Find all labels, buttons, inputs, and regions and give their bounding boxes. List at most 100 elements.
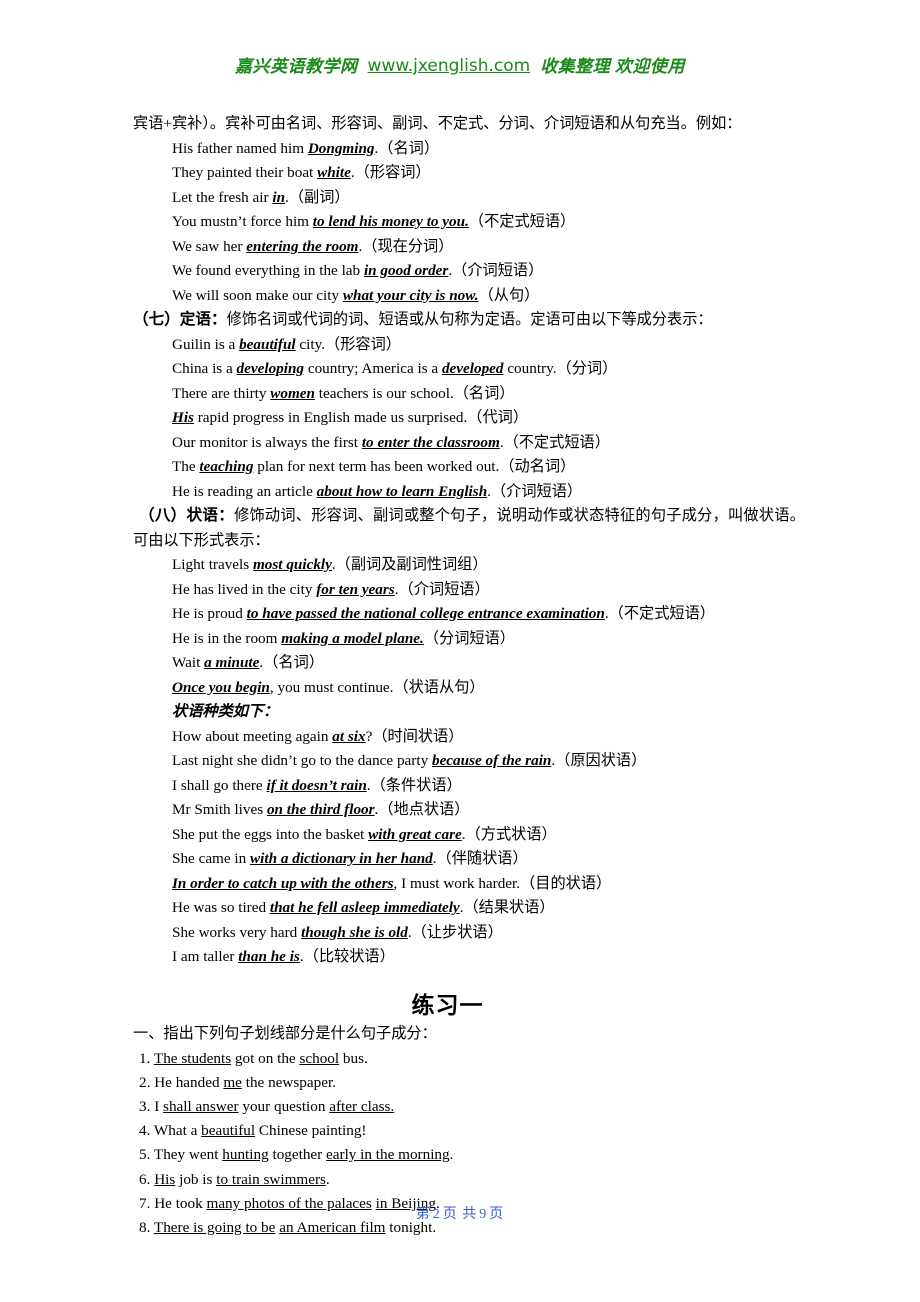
post: , I must work harder.（目的状语） <box>393 874 612 892</box>
post: teachers is our school.（名词） <box>314 384 515 402</box>
post: city.（形容词） <box>295 335 401 353</box>
exercise-underlined-part: beautiful <box>201 1122 256 1140</box>
em: Dongming <box>307 139 375 157</box>
section-label-adverbial: （八）状语： <box>139 507 235 524</box>
em: in <box>272 188 286 206</box>
post: .（介词短语） <box>448 262 544 279</box>
example-sentence: I shall go there if it doesn’t rain.（条件状… <box>133 774 805 799</box>
pre: China is a <box>172 360 237 377</box>
em: though she is old <box>301 923 408 941</box>
post: .（不定式短语） <box>604 605 715 622</box>
exercise-plain-part: got on the <box>231 1049 300 1067</box>
post: plan for next term has been worked out.（… <box>253 458 576 475</box>
post: .（副词及副词性词组） <box>331 556 488 573</box>
exercise-underlined-part: after class. <box>329 1097 395 1115</box>
exercise-plain-part: They went <box>150 1146 223 1164</box>
pre: The <box>172 458 200 475</box>
em: in good order <box>363 262 449 279</box>
pre: She came in <box>172 850 251 867</box>
em: In order to catch up with the others <box>172 874 394 892</box>
adverbial-types-heading-text: 状语种类如下： <box>172 703 279 720</box>
post: .（现在分词） <box>358 237 454 255</box>
exercise-item: 6. His job is to train swimmers. <box>133 1168 805 1192</box>
example-sentence: We will soon make our city what your cit… <box>133 284 805 309</box>
exercise-plain-part: . <box>449 1146 454 1164</box>
post: .（条件状语） <box>366 776 462 794</box>
em: on the third floor <box>266 801 375 818</box>
example-sentence: You mustn’t force him to lend his money … <box>133 210 805 235</box>
pre: His father named him <box>172 139 308 157</box>
exercise-plain-part: job is <box>175 1170 217 1188</box>
exercise-underlined-part: school <box>299 1049 340 1067</box>
em: at six <box>332 727 366 745</box>
exercise-plain-part: your question <box>238 1097 330 1115</box>
exercise-title: 练习一 <box>411 992 484 1018</box>
post: .（伴随状语） <box>432 850 528 867</box>
exercise-item-number: 2. <box>139 1073 151 1091</box>
site-name: 嘉兴英语教学网 <box>235 57 358 76</box>
em: to have passed the national college entr… <box>246 605 605 622</box>
post: .（不定式短语） <box>499 433 610 451</box>
example-sentence: We found everything in the lab in good o… <box>133 259 805 284</box>
pre: Let the fresh air <box>172 188 273 206</box>
object-complement-example-list: His father named him Dongming.（名词） They p… <box>133 137 805 309</box>
em: making a model plane. <box>281 629 424 647</box>
example-sentence: His father named him Dongming.（名词） <box>133 137 805 162</box>
post: .（方式状语） <box>461 825 557 843</box>
example-sentence: She works very hard though she is old.（让… <box>133 921 805 946</box>
em: for ten years <box>316 580 395 598</box>
pre: He is proud <box>172 605 247 622</box>
em: teaching <box>199 458 254 475</box>
section-body-adverbial: 修饰动词、形容词、副词或整个句子，说明动作或状态特征的句子成分，叫做状语。可由以… <box>133 507 805 549</box>
section-body-attributive: 修饰名词或代词的词、短语或从句称为定语。定语可由以下等成分表示： <box>226 311 713 328</box>
example-sentence: He is proud to have passed the national … <box>133 602 805 627</box>
adverbial-types-heading: 状语种类如下： <box>133 700 805 725</box>
attributive-example-list: Guilin is a beautiful city.（形容词） China is… <box>133 333 805 505</box>
post: .（比较状语） <box>299 948 395 965</box>
site-url-link[interactable]: www.jxenglish.com <box>368 56 531 76</box>
document-content: 宾语+宾补）。宾补可由名词、形容词、副词、不定式、分词、介词短语和从句充当。例如… <box>133 112 805 1240</box>
pre: How about meeting again <box>172 727 333 745</box>
footer-suffix: 页 <box>489 1207 505 1222</box>
example-sentence: How about meeting again at six?（时间状语） <box>133 725 805 750</box>
post: .（介词短语） <box>394 580 490 598</box>
exercise-plain-part: . <box>325 1170 330 1188</box>
post: （从句） <box>478 286 540 304</box>
exercise-underlined-part: The students <box>153 1049 232 1067</box>
em: because of the rain <box>431 752 552 769</box>
em: most quickly <box>252 556 332 573</box>
example-sentence: He was so tired that he fell asleep imme… <box>133 896 805 921</box>
post: country.（分词） <box>503 360 618 377</box>
post: （分词短语） <box>423 629 515 647</box>
example-sentence: Once you begin, you must continue.（状语从句） <box>133 676 805 701</box>
post: .（形容词） <box>350 164 431 181</box>
pre: There are thirty <box>172 384 271 402</box>
example-sentence: Our monitor is always the first to enter… <box>133 431 805 456</box>
exercise-underlined-part: me <box>223 1073 242 1091</box>
section-label-attributive: （七）定语： <box>133 311 227 328</box>
example-sentence: He has lived in the city for ten years.（… <box>133 578 805 603</box>
example-sentence: I am taller than he is.（比较状语） <box>133 945 805 970</box>
pre: Wait <box>172 654 205 671</box>
em: Once you begin <box>172 678 270 696</box>
footer-prefix: 第 <box>415 1207 431 1222</box>
site-tagline: 收集整理 欢迎使用 <box>540 57 685 76</box>
section-heading-adverbial: （八）状语：修饰动词、形容词、副词或整个句子，说明动作或状态特征的句子成分，叫做… <box>133 504 805 553</box>
example-sentence: They painted their boat white.（形容词） <box>133 161 805 186</box>
em: white <box>317 164 351 181</box>
post: .（名词） <box>374 139 440 157</box>
mid: country; America is a <box>304 360 442 377</box>
em: beautiful <box>239 335 296 353</box>
pre: You mustn’t force him <box>172 213 313 230</box>
page-footer: 第2页 共9页 <box>0 1203 920 1223</box>
example-sentence: The teaching plan for next term has been… <box>133 455 805 480</box>
example-sentence: Mr Smith lives on the third floor.（地点状语） <box>133 798 805 823</box>
example-sentence: There are thirty women teachers is our s… <box>133 382 805 407</box>
footer-total-pages: 9 <box>479 1207 488 1222</box>
footer-page-number: 2 <box>432 1207 441 1222</box>
section-heading-attributive: （七）定语：修饰名词或代词的词、短语或从句称为定语。定语可由以下等成分表示： <box>133 308 805 333</box>
exercise-item: 1. The students got on the school bus. <box>133 1047 805 1071</box>
pre: I shall go there <box>172 776 267 794</box>
em: that he fell asleep immediately <box>269 899 460 916</box>
em: what your city is now. <box>342 286 479 304</box>
